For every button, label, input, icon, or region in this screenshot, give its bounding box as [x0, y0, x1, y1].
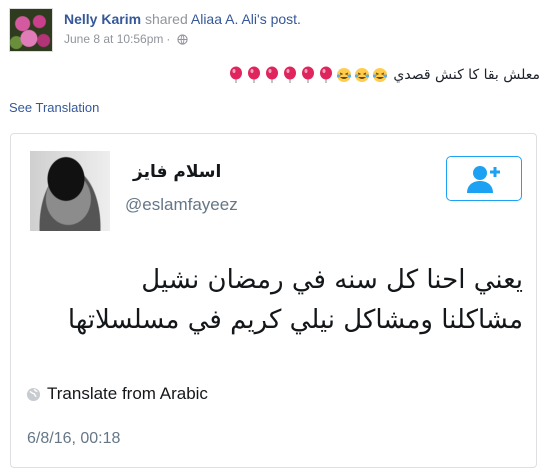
- add-user-icon: [467, 165, 500, 193]
- balloon-emoji: [265, 66, 278, 83]
- globe-icon[interactable]: [177, 33, 189, 45]
- author-name[interactable]: Nelly Karim: [64, 11, 141, 27]
- laughing-tears-emoji: [336, 68, 352, 82]
- tweet-body-line-2: مشاكلنا ومشاكل نيلي كريم في مسلسلاتها: [67, 305, 523, 335]
- shared-author-name[interactable]: Aliaa A. Ali's: [191, 11, 267, 27]
- globe-icon: [26, 387, 41, 401]
- tweet-author-name[interactable]: اسلام فايز: [133, 162, 221, 182]
- shared-post-link[interactable]: post.: [271, 11, 301, 27]
- tweet-author-handle[interactable]: @eslamfayeez: [125, 195, 238, 215]
- see-translation-link[interactable]: See Translation: [9, 100, 99, 115]
- post-timestamp[interactable]: June 8 at 10:56pm: [64, 32, 163, 46]
- meta-separator: ·: [166, 32, 171, 46]
- share-action: shared: [144, 11, 188, 27]
- follow-button[interactable]: [446, 156, 522, 201]
- translate-link[interactable]: Translate from Arabic: [26, 384, 208, 404]
- tweet-body-line-1: يعني احنا كل سنه في رمضان نشيل: [141, 265, 523, 295]
- balloon-emoji: [283, 66, 296, 83]
- balloon-emoji: [301, 66, 314, 83]
- tweet-author-avatar[interactable]: [30, 151, 110, 231]
- tweet-date[interactable]: 6/8/16, 00:18: [27, 430, 120, 448]
- tweet-body: يعني احنا كل سنه في رمضان نشيل مشاكلنا و…: [33, 260, 523, 340]
- author-avatar[interactable]: [9, 8, 53, 52]
- laughing-tears-emoji: [372, 68, 388, 82]
- post-meta: Nelly Karim shared Aliaa A. Ali's post. …: [64, 11, 301, 52]
- balloon-emoji: [247, 66, 260, 83]
- emoji-row: [227, 66, 389, 83]
- post-text-row: معلش بقا كا كنش قصدي: [227, 66, 540, 84]
- embedded-tweet[interactable]: اسلام فايز @eslamfayeez يعني احنا كل سنه…: [10, 133, 537, 468]
- balloon-emoji: [319, 66, 332, 83]
- post-timestamp-line: June 8 at 10:56pm ·: [64, 32, 301, 46]
- balloon-emoji: [229, 66, 242, 83]
- laughing-tears-emoji: [354, 68, 370, 82]
- post-header: Nelly Karim shared Aliaa A. Ali's post. …: [9, 8, 301, 52]
- post-text: معلش بقا كا كنش قصدي: [393, 67, 540, 83]
- translate-label[interactable]: Translate from Arabic: [47, 384, 208, 404]
- post-title-line: Nelly Karim shared Aliaa A. Ali's post.: [64, 11, 301, 28]
